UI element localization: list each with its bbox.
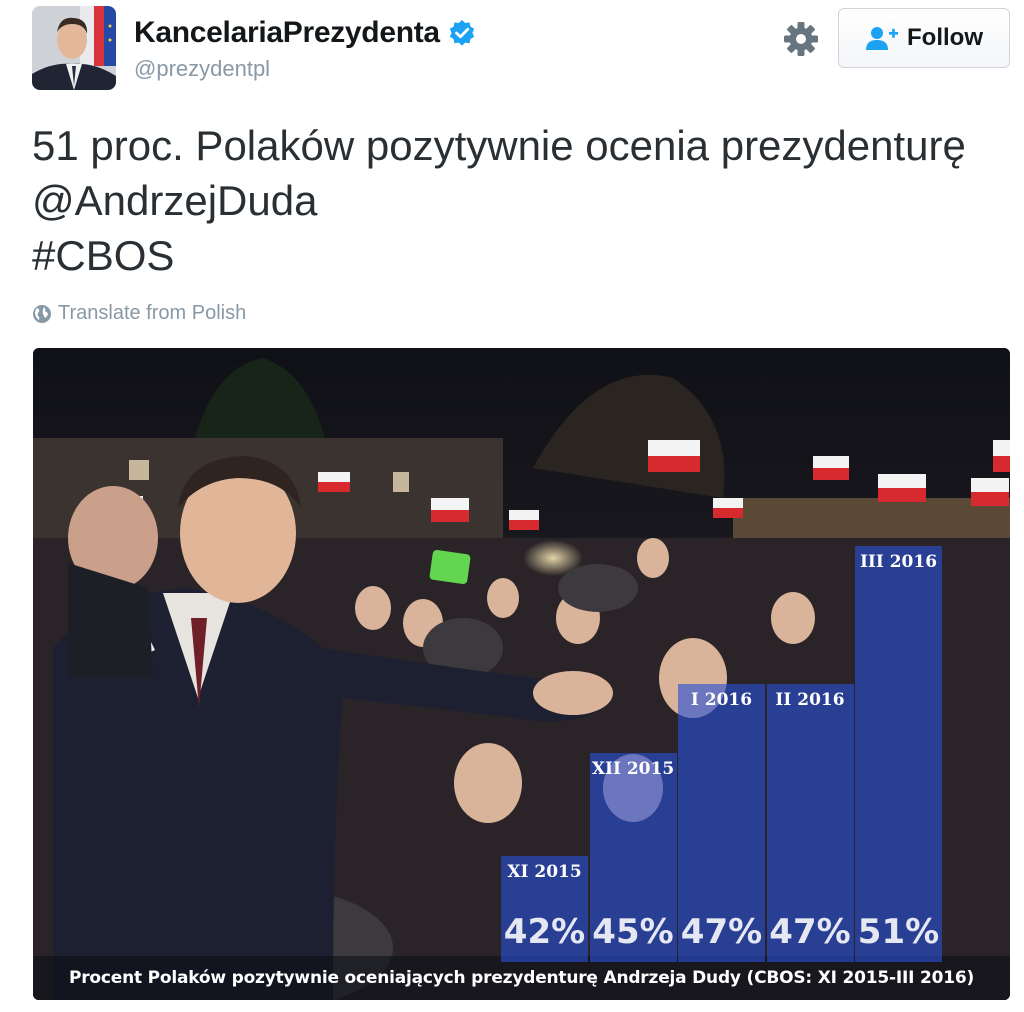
chart-bar-category-label: II 2016 (775, 689, 845, 710)
gear-icon[interactable] (782, 20, 820, 58)
chart-bar-value-label: 42% (503, 912, 586, 952)
avatar-image (32, 6, 116, 90)
globe-icon (33, 304, 51, 323)
chart-bar-value-label: 51% (857, 912, 940, 952)
hashtag-link[interactable]: #CBOS (32, 228, 1012, 283)
chart-bar-value-label: 47% (680, 912, 763, 952)
mention-link[interactable]: @AndrzejDuda (32, 173, 1012, 228)
add-user-icon (866, 27, 898, 50)
display-name-text: KancelariaPrezydenta (134, 16, 440, 49)
chart-bar-value-label: 47% (769, 912, 851, 952)
translate-label: Translate from Polish (58, 302, 247, 324)
approval-bar-chart: Procent Polaków pozytywnie oceniających … (33, 348, 1010, 1000)
chart-bar-value-label: 45% (592, 912, 674, 952)
avatar[interactable] (32, 6, 116, 90)
chart-bar-category-label: XII 2015 (591, 758, 675, 779)
tweet-text: 51 proc. Polaków pozytywnie ocenia prezy… (32, 118, 1012, 283)
translate-link[interactable]: Translate from Polish (32, 302, 246, 325)
tweet-text-line: 51 proc. Polaków pozytywnie ocenia prezy… (32, 122, 966, 169)
tweet-media-image[interactable]: Procent Polaków pozytywnie oceniających … (33, 348, 1010, 1000)
chart-caption: Procent Polaków pozytywnie oceniających … (33, 956, 1010, 1000)
tweet-card: KancelariaPrezydenta @prezydentpl Follow… (0, 0, 1024, 1012)
chart-bar (855, 546, 942, 962)
display-name[interactable]: KancelariaPrezydenta (134, 16, 476, 50)
handle[interactable]: @prezydentpl (134, 56, 270, 82)
follow-button[interactable]: Follow (838, 8, 1010, 68)
chart-bar-category-label: III 2016 (859, 552, 938, 572)
chart-bar-category-label: I 2016 (690, 689, 753, 710)
verified-badge-icon (449, 20, 475, 46)
chart-bar-category-label: XI 2015 (507, 862, 582, 882)
follow-label: Follow (907, 24, 983, 51)
